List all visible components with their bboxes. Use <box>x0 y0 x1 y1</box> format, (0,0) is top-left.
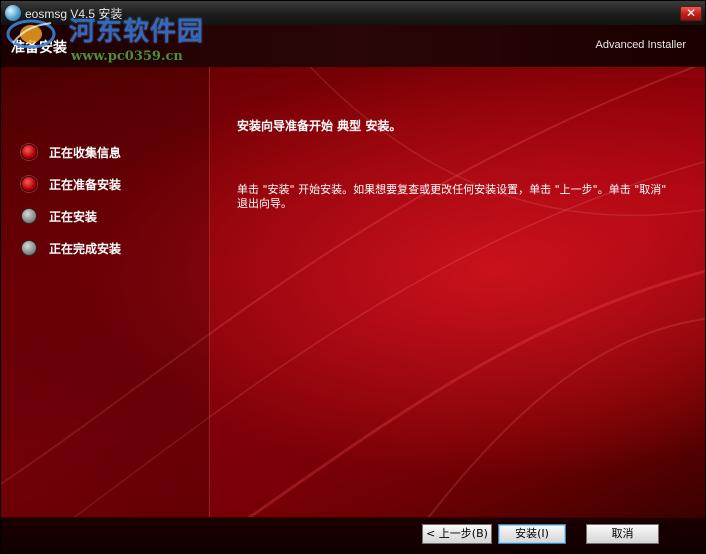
steps-pane: 正在收集信息 正在准备安装 正在安装 正在完成安装 <box>1 67 210 517</box>
step-label: 正在准备安装 <box>49 178 122 192</box>
title-bar[interactable]: eosmsg V4.5 安装 ✕ <box>1 1 705 25</box>
step-inactive-indicator-icon <box>21 240 37 256</box>
header-band: 准备安装 Advanced Installer <box>1 25 705 68</box>
button-bar: < 上一步(B) 安装(I) 取消 <box>1 517 705 553</box>
install-button[interactable]: 安装(I) <box>498 524 566 544</box>
step-inactive-indicator-icon <box>21 208 37 224</box>
content-heading: 安装向导准备开始 典型 安装。 <box>237 119 402 133</box>
back-button[interactable]: < 上一步(B) <box>422 524 492 544</box>
step-label: 正在安装 <box>49 210 98 224</box>
step-label: 正在收集信息 <box>49 146 122 160</box>
window-title: eosmsg V4.5 安装 <box>25 7 123 21</box>
step-active-indicator-icon <box>21 176 37 192</box>
page-title: 准备安装 <box>11 40 67 56</box>
app-icon <box>5 5 21 21</box>
step-label: 正在完成安装 <box>49 242 122 256</box>
brand-label: Advanced Installer <box>595 39 687 51</box>
main-panel: 正在收集信息 正在准备安装 正在安装 正在完成安装 安装向导准备开始 典型 安装… <box>1 67 705 517</box>
close-button[interactable]: ✕ <box>680 6 702 21</box>
installer-window: eosmsg V4.5 安装 ✕ 准备安装 Advanced Installer… <box>0 0 706 554</box>
content-description: 单击 "安装" 开始安装。如果想要复查或更改任何安装设置，单击 "上一步"。单击… <box>237 183 667 210</box>
step-active-indicator-icon <box>21 144 37 160</box>
cancel-button[interactable]: 取消 <box>586 524 659 544</box>
